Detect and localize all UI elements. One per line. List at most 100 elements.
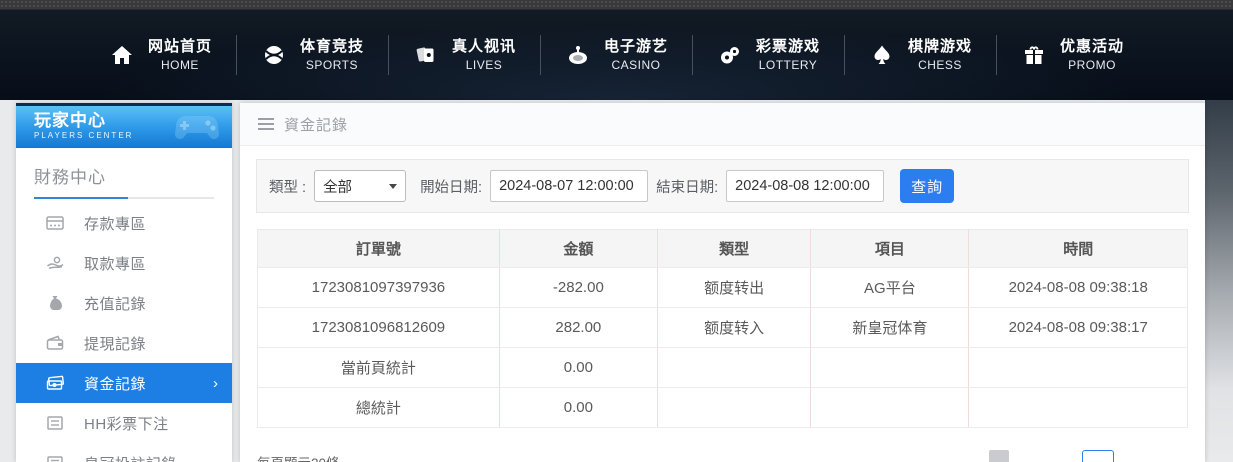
sidebar-item-label: 存款專區 xyxy=(84,215,147,233)
per-page-text: 每頁顯示20條 xyxy=(257,450,340,462)
recharge-record-icon xyxy=(46,295,64,311)
nav-item-chess[interactable]: 棋牌游戏 CHESS xyxy=(845,37,996,73)
sidebar-item-label: HH彩票下注 xyxy=(84,415,169,433)
records-table-wrap: 訂單號 金額 類型 項目 時間 1723081097397936 -282.00… xyxy=(257,229,1188,428)
funds-record-table: 訂單號 金額 類型 項目 時間 1723081097397936 -282.00… xyxy=(257,229,1188,428)
cell-empty xyxy=(810,347,969,388)
cell-type: 额度转出 xyxy=(656,267,811,308)
nav-label-en: CHESS xyxy=(918,58,962,73)
menu-icon[interactable] xyxy=(258,118,274,130)
table-row: 1723081096812609 282.00 额度转入 新皇冠体育 2024-… xyxy=(257,307,1188,348)
nav-label-en: LIVES xyxy=(465,58,503,73)
pager xyxy=(989,450,1114,462)
cell-time: 2024-08-08 09:38:17 xyxy=(968,307,1188,348)
chevron-right-icon: › xyxy=(213,374,218,392)
table-row: 1723081097397936 -282.00 额度转出 AG平台 2024-… xyxy=(257,267,1188,308)
nav-item-promo[interactable]: 优惠活动 PROMO xyxy=(997,37,1148,73)
nav-label-zh: 体育竞技 xyxy=(299,37,364,55)
col-header-amount: 金額 xyxy=(498,229,658,268)
cell-type: 额度转入 xyxy=(656,307,811,348)
home-icon xyxy=(109,42,135,68)
col-header-type: 類型 xyxy=(656,229,811,268)
cell-order-no: 1723081097397936 xyxy=(257,267,500,308)
nav-label-zh: 电子游艺 xyxy=(603,37,668,55)
cell-empty xyxy=(656,387,811,428)
gift-icon xyxy=(1021,42,1047,68)
sidebar-item-crown-bet-record[interactable]: 皇冠投註記錄 xyxy=(16,443,232,462)
cell-order-no: 1723081096812609 xyxy=(257,307,500,348)
withdrawal-record-icon xyxy=(46,335,64,351)
deposit-icon xyxy=(46,215,64,231)
start-date-input[interactable] xyxy=(490,170,649,202)
player-center-sidebar: 玩家中心 PLAYERS CENTER 財務中心 存款專區 取款專區 充值記錄 xyxy=(16,103,232,462)
nav-label-zh: 彩票游戏 xyxy=(756,37,821,55)
spade-icon xyxy=(869,42,895,68)
type-select[interactable]: 全部 xyxy=(314,170,407,202)
sidebar-item-label: 取款專區 xyxy=(84,255,147,273)
browser-top-strip xyxy=(0,0,1233,10)
sidebar-item-withdraw[interactable]: 取款專區 xyxy=(16,243,232,283)
current-page-button[interactable] xyxy=(1082,450,1114,462)
cell-amount: 0.00 xyxy=(498,347,658,388)
page-title: 資金記錄 xyxy=(284,116,349,134)
cell-empty xyxy=(968,347,1188,388)
cell-empty xyxy=(656,347,811,388)
nav-label-en: LOTTERY xyxy=(758,58,818,73)
nav-item-lives[interactable]: 真人视讯 LIVES xyxy=(389,37,540,73)
nav-label-zh: 优惠活动 xyxy=(1060,37,1125,55)
sidebar-item-withdrawal-record[interactable]: 提現記錄 xyxy=(16,323,232,363)
site-header: 网站首页 HOME 体育竞技 SPORTS 真人视讯 LIVES 电子游艺 CA… xyxy=(0,10,1233,100)
lottery-bet-icon xyxy=(46,415,64,431)
nav-item-casino[interactable]: 电子游艺 CASINO xyxy=(541,37,692,73)
sidebar-item-hh-lottery-bet[interactable]: HH彩票下注 xyxy=(16,403,232,443)
end-date-input[interactable] xyxy=(726,170,885,202)
prev-page-button[interactable] xyxy=(989,450,1009,462)
nav-label-zh: 网站首页 xyxy=(147,37,212,55)
sidebar-menu: 存款專區 取款專區 充值記錄 提現記錄 資金記錄 › HH彩票下注 xyxy=(16,203,232,462)
gamepad-icon xyxy=(172,110,224,149)
sidebar-item-label: 資金記錄 xyxy=(84,375,147,393)
type-filter-label: 類型 : xyxy=(269,179,307,196)
sidebar-item-recharge-record[interactable]: 充值記錄 xyxy=(16,283,232,323)
table-row-page-total: 當前頁統計 0.00 xyxy=(257,347,1188,388)
section-underline xyxy=(34,197,214,199)
nav-label-zh: 真人视讯 xyxy=(451,37,516,55)
cell-item: AG平台 xyxy=(810,267,969,308)
cell-time: 2024-08-08 09:38:18 xyxy=(968,267,1188,308)
sports-ball-icon xyxy=(261,42,287,68)
end-date-label: 結束日期: xyxy=(656,179,719,196)
funds-record-panel: 資金記錄 類型 : 全部 開始日期: 結束日期: 查詢 訂單號 金額 類型 項目… xyxy=(240,103,1205,462)
background-fade xyxy=(1205,100,1233,462)
sidebar-item-deposit[interactable]: 存款專區 xyxy=(16,203,232,243)
funds-record-icon xyxy=(46,375,64,391)
cell-amount: 282.00 xyxy=(498,307,658,348)
table-header-row: 訂單號 金額 類型 項目 時間 xyxy=(257,229,1188,268)
nav-item-home[interactable]: 网站首页 HOME xyxy=(85,37,236,73)
cell-label: 當前頁統計 xyxy=(257,347,500,388)
cell-amount: -282.00 xyxy=(498,267,658,308)
playing-cards-icon xyxy=(413,42,439,68)
nav-label-zh: 棋牌游戏 xyxy=(908,37,973,55)
cell-empty xyxy=(810,387,969,428)
finance-section-header: 財務中心 xyxy=(16,148,232,199)
nav-label-en: CASINO xyxy=(611,58,661,73)
sidebar-item-label: 皇冠投註記錄 xyxy=(84,453,218,462)
nav-label-en: HOME xyxy=(160,58,199,73)
nav-item-lottery[interactable]: 彩票游戏 LOTTERY xyxy=(693,37,844,73)
cell-empty xyxy=(968,387,1188,428)
roulette-icon xyxy=(565,42,591,68)
search-button[interactable]: 查詢 xyxy=(900,169,955,203)
col-header-time: 時間 xyxy=(968,229,1188,268)
cell-amount: 0.00 xyxy=(498,387,658,428)
sidebar-item-funds-record[interactable]: 資金記錄 › xyxy=(16,363,232,403)
players-center-banner: 玩家中心 PLAYERS CENTER xyxy=(16,103,232,148)
sidebar-item-label: 提現記錄 xyxy=(84,335,147,353)
cell-item: 新皇冠体育 xyxy=(810,307,969,348)
withdraw-icon xyxy=(46,255,64,271)
nav-item-sports[interactable]: 体育竞技 SPORTS xyxy=(237,37,388,73)
type-select-value: 全部 xyxy=(323,179,353,196)
chevron-down-icon xyxy=(389,183,398,189)
col-header-order-no: 訂單號 xyxy=(257,229,500,268)
main-nav: 网站首页 HOME 体育竞技 SPORTS 真人视讯 LIVES 电子游艺 CA… xyxy=(85,35,1148,75)
col-header-item: 項目 xyxy=(810,229,969,268)
